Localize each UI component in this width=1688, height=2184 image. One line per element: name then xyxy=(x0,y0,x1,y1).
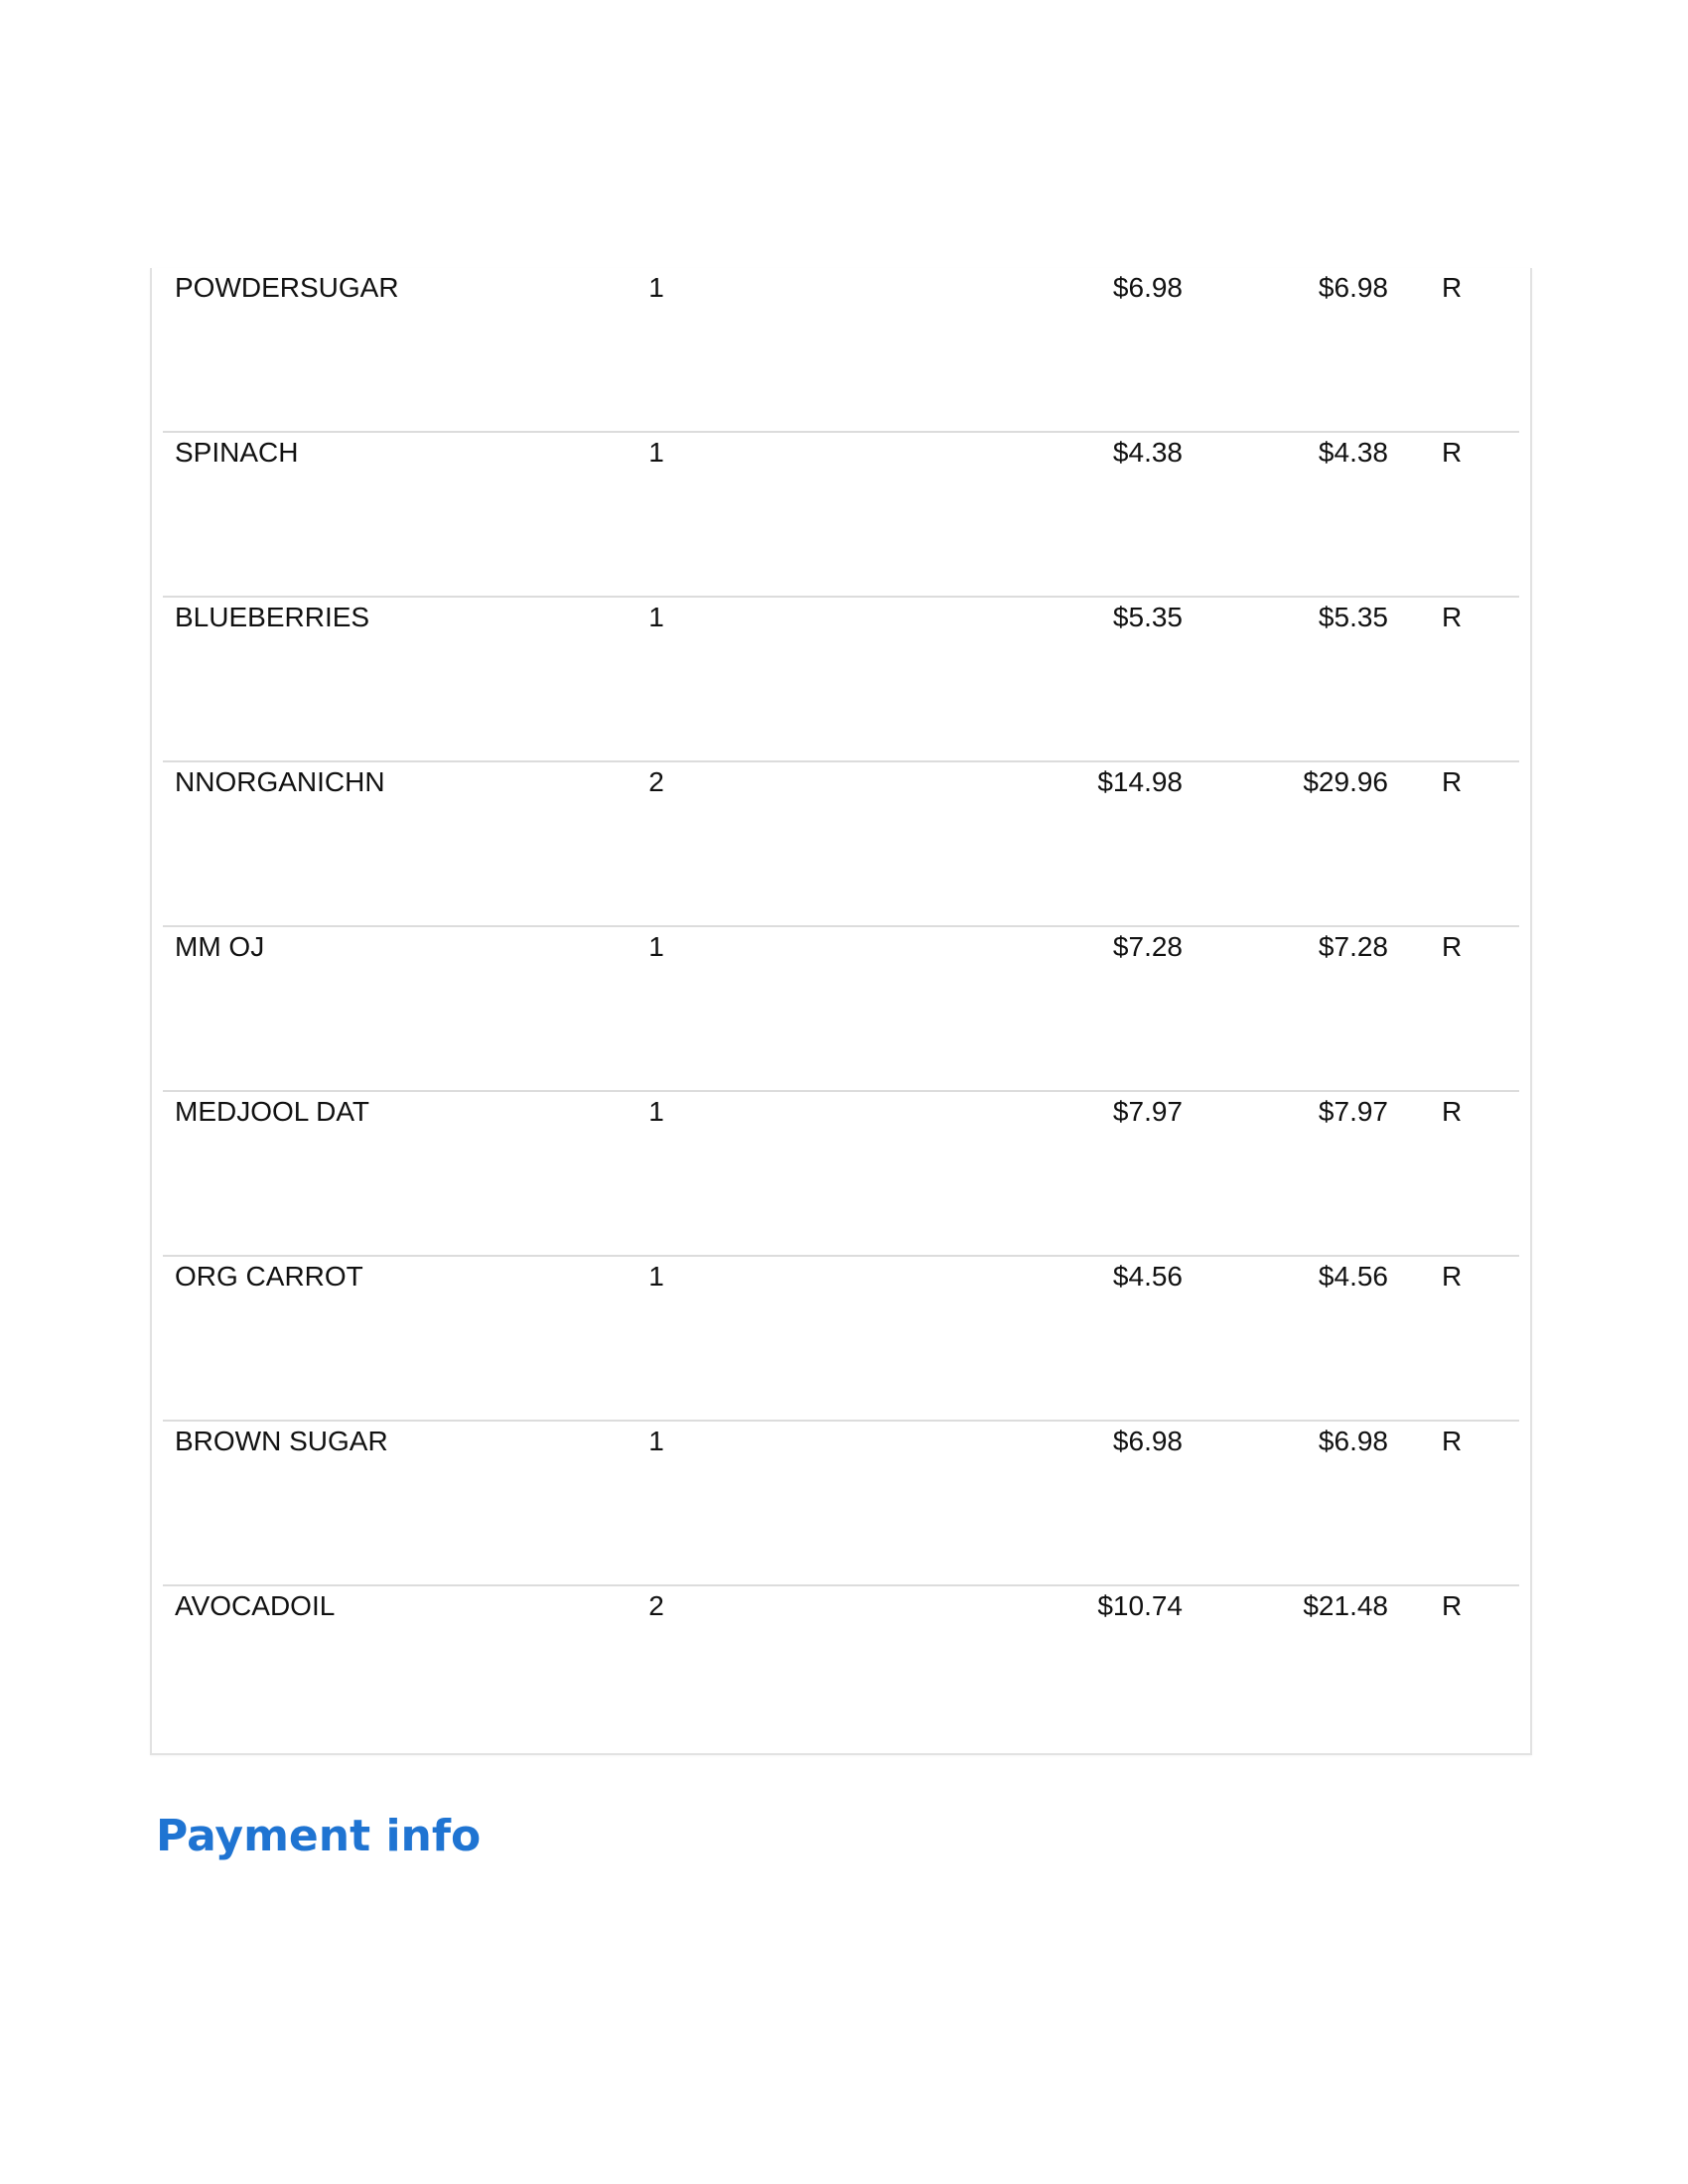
item-quantity: 2 xyxy=(648,1590,664,1621)
item-name: BLUEBERRIES xyxy=(175,602,370,632)
item-unit-price: $6.98 xyxy=(1112,272,1183,303)
item-quantity: 1 xyxy=(648,1426,664,1456)
item-name: MEDJOOL DAT xyxy=(175,1096,370,1127)
table-row: MM OJ 1 $7.28 $7.28 R xyxy=(163,927,1519,1092)
table-row: POWDERSUGAR 1 $6.98 $6.98 R xyxy=(163,268,1519,433)
item-unit-price: $7.97 xyxy=(1112,1096,1183,1127)
item-tax-flag: R xyxy=(1442,931,1463,962)
item-name: MM OJ xyxy=(175,931,265,962)
item-name: SPINACH xyxy=(175,437,299,468)
item-name: ORG CARROT xyxy=(175,1261,363,1292)
item-unit-price: $10.74 xyxy=(1097,1590,1183,1621)
table-row: NNORGANICHN 2 $14.98 $29.96 R xyxy=(163,762,1519,927)
item-name: NNORGANICHN xyxy=(175,766,385,797)
item-unit-price: $6.98 xyxy=(1112,1426,1183,1456)
item-tax-flag: R xyxy=(1442,1261,1463,1292)
item-name: BROWN SUGAR xyxy=(175,1426,388,1456)
item-tax-flag: R xyxy=(1442,437,1463,468)
item-total: $6.98 xyxy=(1318,1426,1388,1456)
item-tax-flag: R xyxy=(1442,1426,1463,1456)
item-unit-price: $4.56 xyxy=(1112,1261,1183,1292)
item-quantity: 1 xyxy=(648,1261,664,1292)
item-tax-flag: R xyxy=(1442,1096,1463,1127)
item-quantity: 1 xyxy=(648,437,664,468)
item-tax-flag: R xyxy=(1442,766,1463,797)
item-unit-price: $14.98 xyxy=(1097,766,1183,797)
table-row: AVOCADOIL 2 $10.74 $21.48 R xyxy=(163,1586,1519,1751)
item-unit-price: $7.28 xyxy=(1112,931,1183,962)
item-quantity: 1 xyxy=(648,602,664,632)
item-total: $7.28 xyxy=(1318,931,1388,962)
table-row: MEDJOOL DAT 1 $7.97 $7.97 R xyxy=(163,1092,1519,1257)
item-total: $5.35 xyxy=(1318,602,1388,632)
item-total: $21.48 xyxy=(1303,1590,1388,1621)
item-tax-flag: R xyxy=(1442,602,1463,632)
item-name: AVOCADOIL xyxy=(175,1590,336,1621)
table-row: BROWN SUGAR 1 $6.98 $6.98 R xyxy=(163,1422,1519,1586)
item-name: POWDERSUGAR xyxy=(175,272,399,303)
table-row: BLUEBERRIES 1 $5.35 $5.35 R xyxy=(163,598,1519,762)
item-total: $4.38 xyxy=(1318,437,1388,468)
item-total: $4.56 xyxy=(1318,1261,1388,1292)
item-total: $7.97 xyxy=(1318,1096,1388,1127)
item-tax-flag: R xyxy=(1442,272,1463,303)
items-table: POWDERSUGAR 1 $6.98 $6.98 R SPINACH 1 $4… xyxy=(150,268,1532,1755)
item-quantity: 1 xyxy=(648,1096,664,1127)
table-row: SPINACH 1 $4.38 $4.38 R xyxy=(163,433,1519,598)
item-quantity: 2 xyxy=(648,766,664,797)
item-total: $6.98 xyxy=(1318,272,1388,303)
item-quantity: 1 xyxy=(648,272,664,303)
table-row: ORG CARROT 1 $4.56 $4.56 R xyxy=(163,1257,1519,1422)
item-unit-price: $4.38 xyxy=(1112,437,1183,468)
item-unit-price: $5.35 xyxy=(1112,602,1183,632)
item-quantity: 1 xyxy=(648,931,664,962)
payment-info-heading: Payment info xyxy=(156,1811,482,1861)
item-tax-flag: R xyxy=(1442,1590,1463,1621)
item-total: $29.96 xyxy=(1303,766,1388,797)
